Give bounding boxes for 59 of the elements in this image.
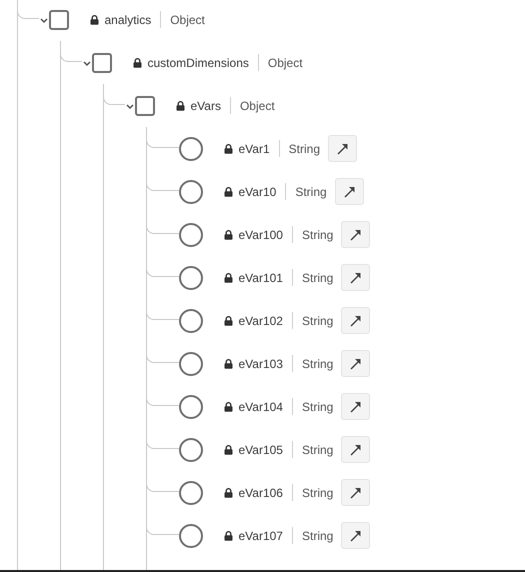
field-name: eVar106 [238,486,283,500]
field-name: eVar100 [238,228,283,242]
field-name: eVar107 [238,528,283,542]
field-name: eVars [190,98,221,112]
open-button[interactable] [341,522,370,549]
radio-button[interactable] [178,136,202,160]
field-name: eVar103 [238,356,283,370]
open-button[interactable] [334,178,364,205]
field-type: String [302,228,334,242]
arrow-icon [349,228,362,241]
field-type: String [302,442,334,456]
field-type: String [295,184,327,198]
field-type: String [302,270,334,284]
radio-button[interactable] [178,438,202,462]
radio-button[interactable] [178,480,202,504]
field-type: String [302,528,334,542]
field-name: eVar102 [238,314,283,328]
checkbox[interactable] [48,10,68,30]
open-button[interactable] [341,479,370,506]
arrow-icon [342,185,356,198]
radio-button[interactable] [178,266,202,290]
open-button[interactable] [341,264,370,291]
field-type: String [288,142,320,156]
arrow-icon [349,357,362,370]
open-button[interactable] [341,436,370,463]
arrow-icon [349,400,362,413]
field-type: Object [268,56,303,70]
field-type: String [302,314,334,328]
field-type: Object [240,98,275,112]
radio-button[interactable] [178,524,202,548]
open-button[interactable] [341,221,370,248]
field-type: String [302,486,334,500]
radio-button[interactable] [178,180,202,204]
radio-button[interactable] [178,352,202,376]
field-name: eVar101 [238,270,283,284]
field-type: Object [170,12,205,26]
open-button[interactable] [341,350,370,377]
field-name: eVar10 [238,184,276,198]
checkbox[interactable] [134,96,154,116]
open-button[interactable] [328,135,357,162]
arrow-icon [349,486,362,499]
field-type: String [302,400,334,414]
field-type: String [302,356,334,370]
radio-button[interactable] [178,308,202,332]
arrow-icon [349,443,362,456]
open-button[interactable] [341,393,370,420]
radio-button[interactable] [178,222,202,246]
field-name: eVar1 [238,142,270,156]
radio-button[interactable] [178,394,202,418]
field-name: customDimensions [148,56,249,70]
open-button[interactable] [341,307,370,334]
field-name: analytics [104,12,152,26]
arrow-icon [336,142,349,155]
field-name: eVar104 [238,400,283,414]
arrow-icon [349,529,362,542]
arrow-icon [349,314,362,327]
checkbox[interactable] [92,52,112,72]
arrow-icon [349,271,362,284]
field-name: eVar105 [238,442,283,456]
